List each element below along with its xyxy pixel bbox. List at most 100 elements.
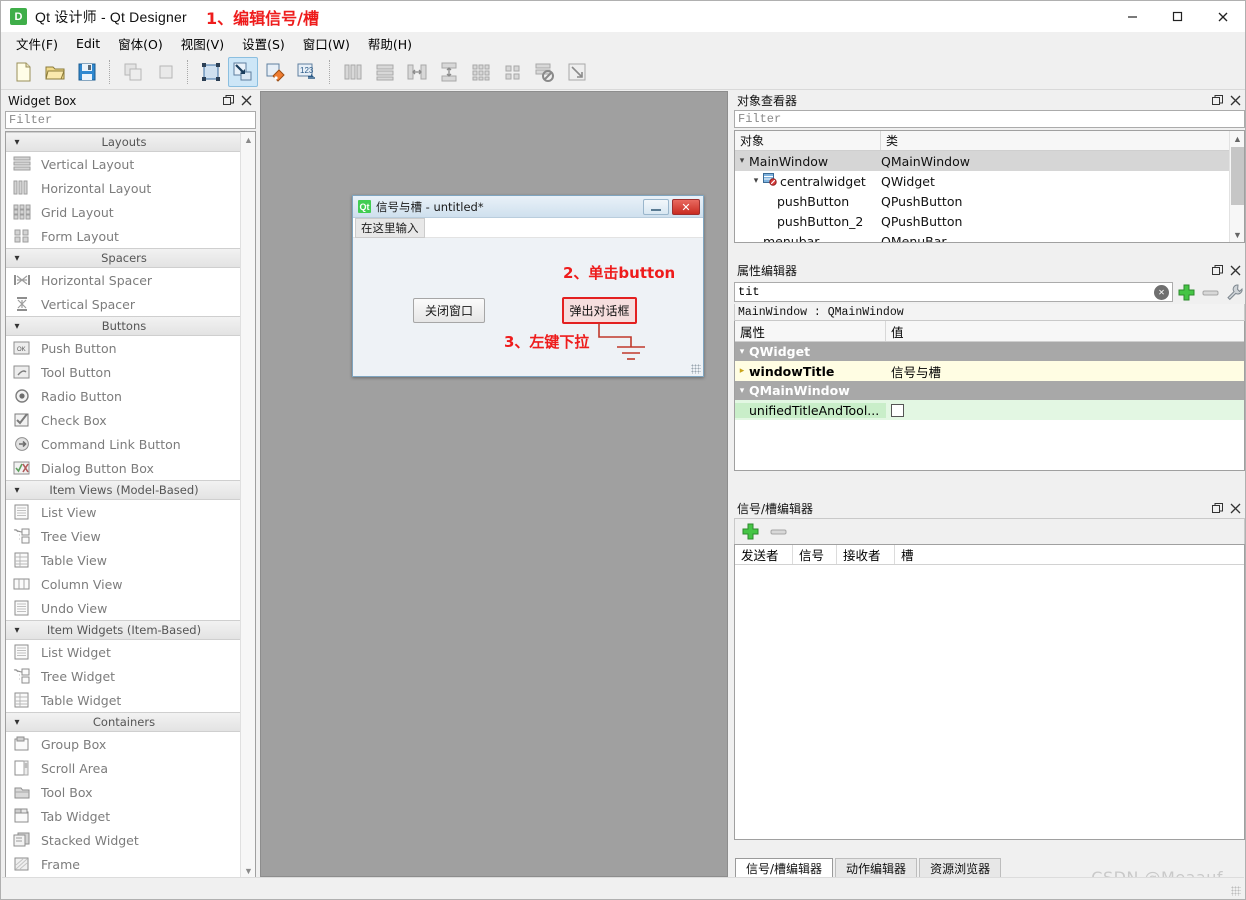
property-editor-table[interactable]: 属性 值 ▾ QWidget ▸ windowTitle 信号与槽 ▾ QMai… xyxy=(734,321,1245,471)
menu-file[interactable]: 文件(F) xyxy=(7,32,67,55)
widget-item-column-view[interactable]: Column View xyxy=(6,572,242,596)
adjust-size-icon[interactable] xyxy=(562,57,592,87)
close-window-button[interactable]: 关闭窗口 xyxy=(413,298,485,323)
new-form-icon[interactable] xyxy=(8,57,38,87)
form-close-button[interactable]: ✕ xyxy=(672,199,700,215)
property-checkbox[interactable] xyxy=(891,403,904,417)
chevron-down-icon[interactable]: ▾ xyxy=(749,176,763,186)
layout-splitter-horizontal-icon[interactable] xyxy=(402,57,432,87)
widget-category-item-widgets[interactable]: ▾ Item Widgets (Item-Based) xyxy=(6,620,242,640)
tree-row-centralwidget[interactable]: ▾ centralwidget QWidget xyxy=(735,171,1244,191)
widget-item-check-box[interactable]: Check Box xyxy=(6,408,242,432)
open-form-icon[interactable] xyxy=(40,57,70,87)
add-property-button[interactable] xyxy=(1175,281,1197,303)
save-form-icon[interactable] xyxy=(72,57,102,87)
widget-item-form-layout[interactable]: Form Layout xyxy=(6,224,242,248)
remove-connection-button[interactable] xyxy=(767,521,789,543)
widget-item-command-link-button[interactable]: Command Link Button xyxy=(6,432,242,456)
tab-resource-browser[interactable]: 资源浏览器 xyxy=(919,858,1002,878)
widget-item-vertical-layout[interactable]: Vertical Layout xyxy=(6,152,242,176)
add-connection-button[interactable] xyxy=(739,521,761,543)
window-resize-grip[interactable] xyxy=(1231,886,1241,896)
widget-item-horizontal-layout[interactable]: Horizontal Layout xyxy=(6,176,242,200)
widget-box-scrollbar[interactable]: ▲ ▼ xyxy=(240,132,255,878)
scroll-up-icon[interactable]: ▲ xyxy=(1230,131,1244,146)
minimize-button[interactable] xyxy=(1110,1,1155,32)
widget-category-item-views[interactable]: ▾ Item Views (Model-Based) xyxy=(6,480,242,500)
designed-form-window[interactable]: Qt 信号与槽 - untitled* ✕ 在这里输入 2、单击button 关… xyxy=(352,195,704,377)
close-icon[interactable] xyxy=(1227,501,1243,516)
remove-property-button[interactable] xyxy=(1199,281,1221,303)
widget-item-group-box[interactable]: Group Box xyxy=(6,732,242,756)
widget-item-push-button[interactable]: OK Push Button xyxy=(6,336,242,360)
layout-grid-icon[interactable] xyxy=(466,57,496,87)
widget-item-vertical-spacer[interactable]: Vertical Spacer xyxy=(6,292,242,316)
widget-item-tool-box[interactable]: Tool Box xyxy=(6,780,242,804)
tree-row-mainwindow[interactable]: ▾ MainWindow QMainWindow xyxy=(735,151,1244,171)
tree-row-menubar[interactable]: menubar QMenuBar xyxy=(735,231,1244,243)
layout-splitter-vertical-icon[interactable] xyxy=(434,57,464,87)
scrollbar-thumb[interactable] xyxy=(1231,147,1244,205)
widget-item-stacked-widget[interactable]: Stacked Widget xyxy=(6,828,242,852)
menu-settings[interactable]: 设置(S) xyxy=(233,32,294,55)
widget-item-tree-view[interactable]: Tree View xyxy=(6,524,242,548)
form-minimize-button[interactable] xyxy=(643,199,669,215)
tree-row-pushbutton-2[interactable]: pushButton_2 QPushButton xyxy=(735,211,1244,231)
widget-item-grid-layout[interactable]: Grid Layout xyxy=(6,200,242,224)
widget-item-list-widget[interactable]: List Widget xyxy=(6,640,242,664)
chevron-down-icon[interactable]: ▾ xyxy=(735,347,749,357)
widget-category-layouts[interactable]: ▾ Layouts xyxy=(6,132,242,152)
edit-tab-order-icon[interactable]: 123 xyxy=(292,57,322,87)
form-menu-placeholder[interactable]: 在这里输入 xyxy=(355,217,425,238)
wrench-icon[interactable] xyxy=(1223,281,1245,303)
property-search-input[interactable]: tit ✕ xyxy=(734,282,1173,302)
edit-widgets-icon[interactable] xyxy=(196,57,226,87)
maximize-button[interactable] xyxy=(1155,1,1200,32)
float-icon[interactable] xyxy=(1209,263,1225,278)
widget-item-undo-view[interactable]: Undo View xyxy=(6,596,242,620)
object-inspector-tree[interactable]: 对象 类 ▾ MainWindow QMainWindow ▾ centralw… xyxy=(734,130,1245,243)
widget-item-table-widget[interactable]: Table Widget xyxy=(6,688,242,712)
property-group-qmainwindow[interactable]: ▾ QMainWindow xyxy=(735,381,1244,400)
object-inspector-scrollbar[interactable]: ▲ ▼ xyxy=(1229,131,1244,242)
property-row-windowtitle[interactable]: ▸ windowTitle 信号与槽 xyxy=(735,361,1244,381)
edit-signals-slots-icon[interactable] xyxy=(228,56,258,87)
tab-action-editor[interactable]: 动作编辑器 xyxy=(835,858,918,878)
tab-signal-slot-editor[interactable]: 信号/槽编辑器 xyxy=(735,858,834,878)
tree-row-pushbutton[interactable]: pushButton QPushButton xyxy=(735,191,1244,211)
close-icon[interactable] xyxy=(238,93,254,108)
widget-category-buttons[interactable]: ▾ Buttons xyxy=(6,316,242,336)
clear-icon[interactable]: ✕ xyxy=(1154,285,1169,300)
scroll-up-icon[interactable]: ▲ xyxy=(241,132,255,147)
float-icon[interactable] xyxy=(1209,501,1225,516)
menu-edit[interactable]: Edit xyxy=(67,34,109,53)
scroll-down-icon[interactable]: ▼ xyxy=(1230,227,1244,242)
chevron-down-icon[interactable]: ▾ xyxy=(735,156,749,166)
property-row-unifiedtitleandtoolbar[interactable]: unifiedTitleAndTool... xyxy=(735,400,1244,420)
widget-item-radio-button[interactable]: Radio Button xyxy=(6,384,242,408)
widget-item-list-view[interactable]: List View xyxy=(6,500,242,524)
widget-item-frame[interactable]: Frame xyxy=(6,852,242,876)
form-menu-bar[interactable]: 在这里输入 xyxy=(353,217,703,238)
menu-help[interactable]: 帮助(H) xyxy=(359,32,421,55)
widget-item-tab-widget[interactable]: Tab Widget xyxy=(6,804,242,828)
break-layout-icon[interactable] xyxy=(530,57,560,87)
edit-buddies-icon[interactable] xyxy=(260,57,290,87)
form-central-widget[interactable]: 2、单击button 关闭窗口 弹出对话框 3、左键下拉 xyxy=(353,238,703,376)
widget-category-containers[interactable]: ▾ Containers xyxy=(6,712,242,732)
widget-item-horizontal-spacer[interactable]: Horizontal Spacer xyxy=(6,268,242,292)
widget-item-table-view[interactable]: Table View xyxy=(6,548,242,572)
menu-window[interactable]: 窗口(W) xyxy=(294,32,359,55)
widget-category-spacers[interactable]: ▾ Spacers xyxy=(6,248,242,268)
widget-item-dialog-button-box[interactable]: Dialog Button Box xyxy=(6,456,242,480)
menu-form[interactable]: 窗体(O) xyxy=(109,32,172,55)
menu-view[interactable]: 视图(V) xyxy=(172,32,233,55)
undo-icon[interactable] xyxy=(118,57,148,87)
property-value[interactable]: 信号与槽 xyxy=(886,362,1244,381)
scroll-down-icon[interactable]: ▼ xyxy=(241,863,255,878)
close-icon[interactable] xyxy=(1227,93,1243,108)
widget-item-tool-button[interactable]: Tool Button xyxy=(6,360,242,384)
close-icon[interactable] xyxy=(1227,263,1243,278)
float-icon[interactable] xyxy=(220,93,236,108)
design-canvas[interactable]: Qt 信号与槽 - untitled* ✕ 在这里输入 2、单击button 关… xyxy=(260,91,728,877)
